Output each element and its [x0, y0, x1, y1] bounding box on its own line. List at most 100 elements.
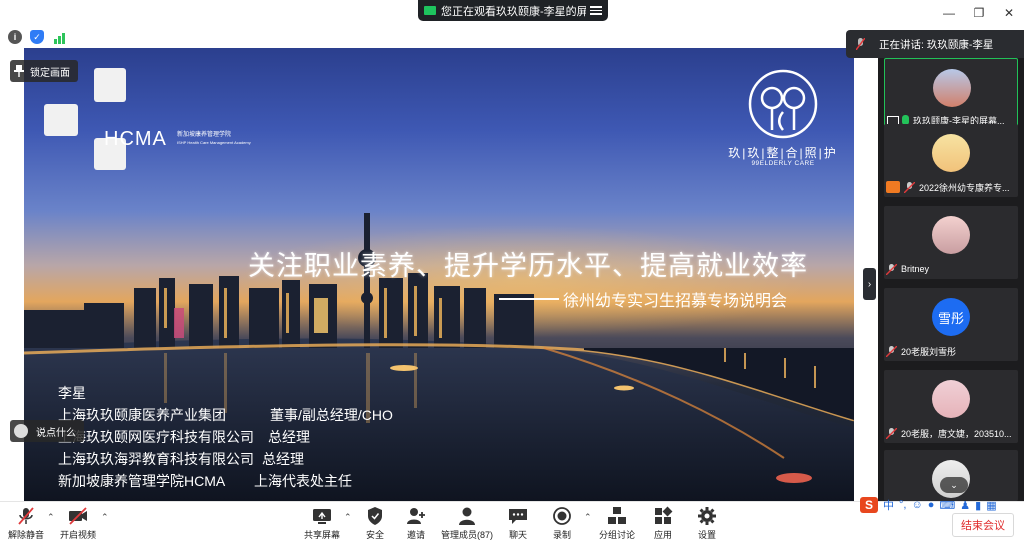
speaker-role: 上海玖玖颐网医疗科技有限公司 总经理	[58, 426, 393, 448]
chat-button[interactable]: 聊天	[507, 506, 529, 541]
meeting-window: 您正在观看玖玖颐康-李星的屏幕 — ❐ ✕ i ✓ HCMA 新加坡康养管理学院…	[0, 0, 1024, 545]
pin-icon	[14, 65, 24, 77]
security-button[interactable]: 安全	[364, 506, 386, 541]
shared-screen: HCMA 新加坡康养管理学院 ISHP Health Care Manageme…	[24, 48, 854, 501]
apps-icon	[655, 506, 673, 524]
chat-input-button[interactable]: 说点什么	[10, 420, 84, 442]
hcma-logo-text: HCMA	[104, 128, 167, 150]
mic-muted-icon	[904, 181, 915, 193]
end-meeting-button[interactable]: 结束会议	[952, 513, 1014, 537]
audio-options-chevron-icon[interactable]: ⌃	[47, 512, 55, 523]
role-org: 上海玖玖海羿教育科技有限公司	[58, 451, 254, 467]
restore-icon[interactable]: ❐	[964, 0, 994, 26]
panel-collapse-chevron-icon[interactable]: ›	[863, 268, 876, 300]
shield-icon[interactable]: ✓	[30, 30, 44, 44]
brand-name-cn: 玖|玖|整|合|照|护	[728, 146, 838, 160]
settings-button[interactable]: 设置	[696, 506, 718, 541]
record-options-chevron-icon[interactable]: ⌃	[584, 512, 592, 523]
participant-name: 2022徐州幼专康养专...	[919, 182, 1010, 193]
screen-share-notice[interactable]: 您正在观看玖玖颐康-李星的屏幕	[418, 0, 608, 21]
mic-muted-icon	[886, 263, 897, 275]
title-bar: 您正在观看玖玖颐康-李星的屏幕 — ❐ ✕	[0, 0, 1024, 26]
start-video-button[interactable]: 开启视频	[60, 506, 96, 541]
role-title: 总经理	[262, 451, 304, 467]
subline-dash	[499, 298, 559, 300]
chat-label: 聊天	[508, 530, 527, 540]
start-video-label: 开启视频	[60, 530, 97, 540]
ime-skin-icon[interactable]: ▮	[975, 499, 981, 512]
mic-muted-icon	[856, 38, 865, 50]
avatar: 雪彤	[932, 298, 970, 336]
role-org: 新加坡康养管理学院HCMA	[58, 473, 226, 489]
participant-tile[interactable]: 20老服，唐文婕，203510...	[884, 370, 1018, 443]
lock-screen-label: 锁定画面	[30, 67, 70, 79]
hcma-emblem-left	[44, 104, 78, 136]
sogou-ime-icon[interactable]: S	[860, 497, 878, 513]
ime-voice-icon[interactable]: ●	[928, 499, 935, 511]
ime-toolbar: S 中 °, ☺ ● ⌨ ♟ ▮ ▦	[860, 496, 1024, 514]
elderly-care-logo: 玖|玖|整|合|照|护 99ELDERLY CARE	[728, 68, 838, 174]
breakout-icon	[608, 507, 626, 524]
share-screen-icon	[313, 509, 331, 524]
hcma-subtitle: 新加坡康养管理学院 ISHP Health Care Management Ac…	[177, 132, 251, 146]
camera-off-icon	[69, 507, 87, 525]
person-icon	[886, 181, 900, 193]
chat-icon	[509, 509, 527, 524]
ime-punct-toggle[interactable]: °,	[899, 499, 906, 511]
participant-name: Britney	[901, 264, 930, 274]
elderly-care-emblem-icon	[748, 69, 818, 139]
speaker-info: 李星 上海玖玖颐康医养产业集团 董事/副总经理/CHO 上海玖玖颐网医疗科技有限…	[58, 382, 393, 492]
hcma-subtitle-cn: 新加坡康养管理学院	[177, 132, 232, 138]
participant-namebar: 20老服刘雪彤	[886, 344, 1016, 358]
share-notice-text: 您正在观看玖玖颐康-李星的屏幕	[441, 5, 586, 18]
hcma-emblem-top	[94, 68, 126, 102]
participant-tile[interactable]: 玖玖颐康-李星的屏幕...	[884, 58, 1018, 131]
slide-subline-text: 徐州幼专实习生招募专场说明会	[563, 293, 788, 310]
breakout-button[interactable]: 分组讨论	[599, 506, 635, 541]
share-options-chevron-icon[interactable]: ⌃	[344, 512, 352, 523]
add-person-icon	[407, 508, 425, 524]
members-icon	[459, 507, 475, 525]
participant-tile[interactable]: 雪彤 20老服刘雪彤	[884, 288, 1018, 361]
slide-headline: 关注职业素养、提升学历水平、提高就业效率	[248, 251, 808, 281]
lock-screen-button[interactable]: 锁定画面	[10, 60, 78, 82]
manage-members-button[interactable]: 管理成员(87)	[441, 506, 493, 541]
role-org: 上海玖玖颐网医疗科技有限公司	[58, 429, 254, 445]
role-org: 上海玖玖颐康医养产业集团	[58, 407, 226, 423]
ime-emoji-icon[interactable]: ☺	[911, 499, 922, 511]
active-speaker-banner: 正在讲话: 玖玖颐康-李星	[846, 30, 1024, 58]
shield-icon	[368, 507, 382, 525]
menu-icon[interactable]	[590, 6, 602, 15]
close-icon[interactable]: ✕	[994, 0, 1024, 26]
ime-lang-toggle[interactable]: 中	[883, 497, 894, 513]
record-button[interactable]: 录制	[551, 506, 573, 541]
unmute-button[interactable]: 解除静音	[8, 506, 44, 541]
participant-tile[interactable]: Britney	[884, 206, 1018, 279]
invite-button[interactable]: 邀请	[405, 506, 427, 541]
ime-keyboard-icon[interactable]: ⌨	[939, 499, 955, 512]
minimize-icon[interactable]: —	[934, 0, 964, 26]
participant-tile[interactable]: 2022徐州幼专康养专...	[884, 124, 1018, 197]
signal-icon[interactable]	[52, 30, 66, 44]
speaker-role: 上海玖玖颐康医养产业集团 董事/副总经理/CHO	[58, 404, 393, 426]
participant-name: 20老服刘雪彤	[901, 346, 957, 357]
record-icon	[553, 507, 571, 525]
ime-user-icon[interactable]: ♟	[960, 499, 970, 512]
settings-label: 设置	[697, 530, 716, 540]
scroll-down-chevron-icon[interactable]: ⌄	[940, 477, 968, 493]
participant-tile[interactable]	[884, 450, 1018, 501]
mic-muted-icon	[18, 507, 34, 525]
ime-menu-icon[interactable]: ▦	[986, 499, 996, 512]
hcma-logo: HCMA 新加坡康养管理学院 ISHP Health Care Manageme…	[44, 68, 284, 173]
participant-namebar: Britney	[886, 262, 1016, 276]
avatar	[932, 380, 970, 418]
chat-input-label: 说点什么	[36, 427, 76, 439]
video-options-chevron-icon[interactable]: ⌃	[101, 512, 109, 523]
gear-icon	[698, 507, 716, 525]
share-screen-button[interactable]: 共享屏幕	[304, 506, 340, 541]
role-title: 董事/副总经理/CHO	[270, 407, 393, 423]
apps-button[interactable]: 应用	[652, 506, 674, 541]
unmute-label: 解除静音	[8, 530, 45, 540]
info-icon[interactable]: i	[8, 30, 22, 44]
participant-name: 20老服，唐文婕，203510...	[901, 428, 1012, 439]
